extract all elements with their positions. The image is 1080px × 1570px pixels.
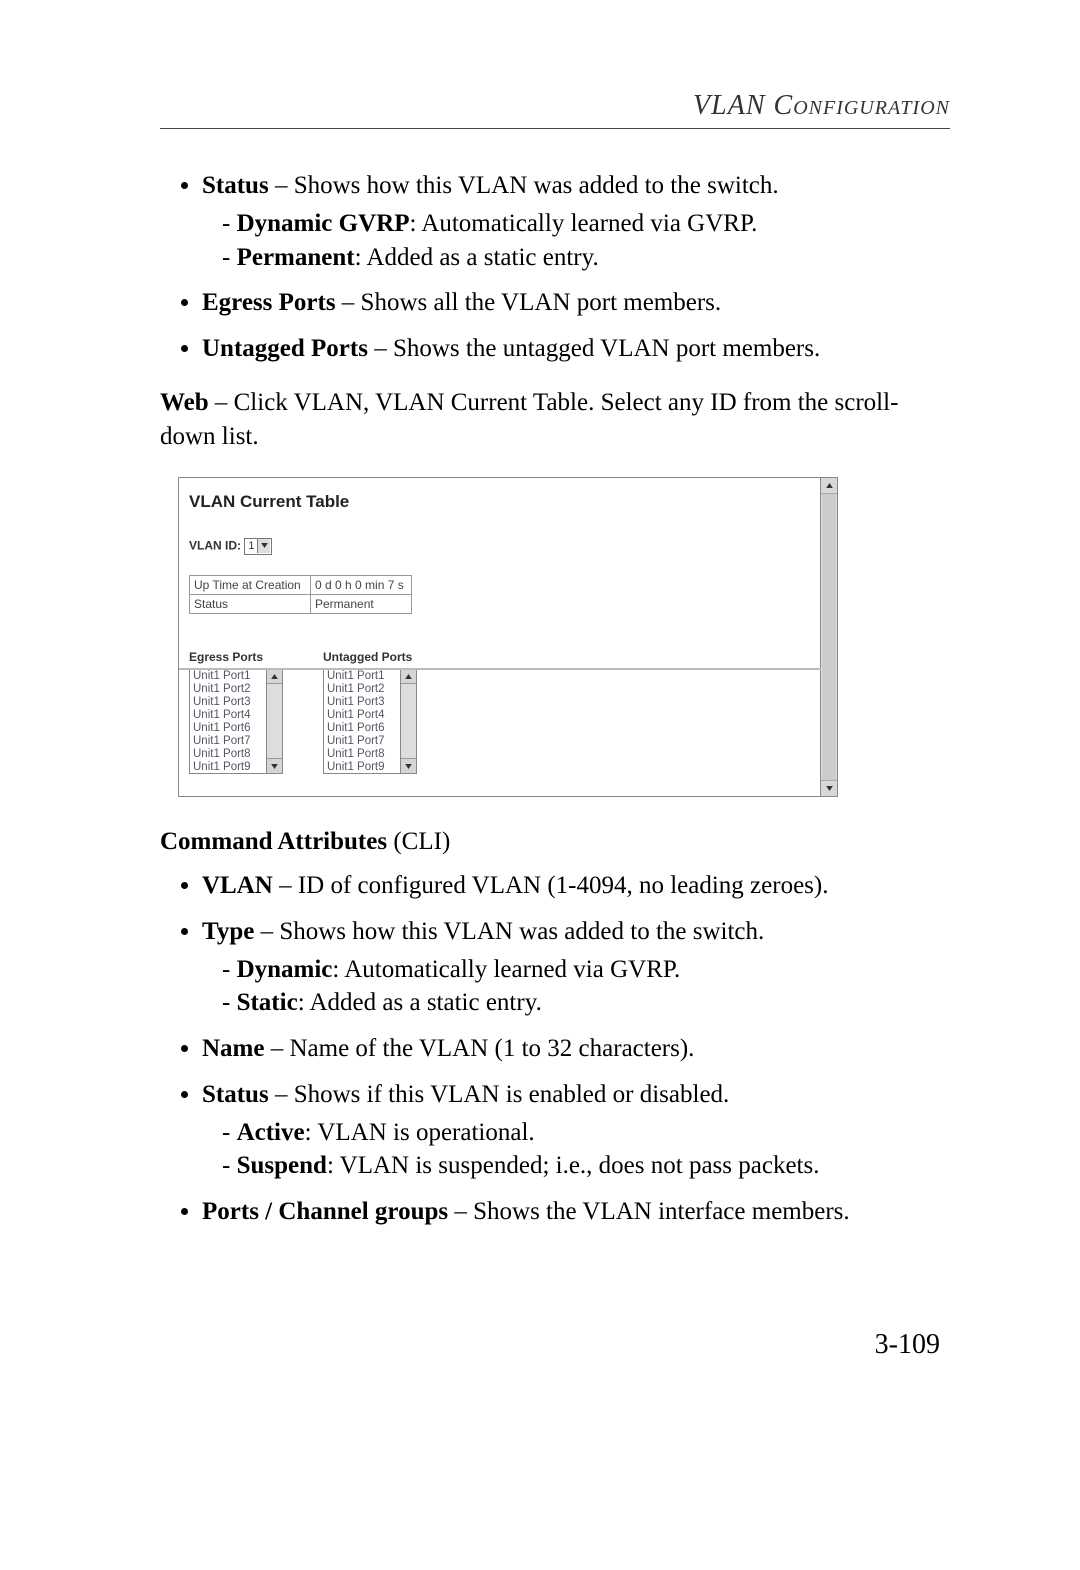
- uptime-value: 0 d 0 h 0 min 7 s: [311, 576, 412, 595]
- sub-term: Static: [237, 989, 298, 1016]
- frame-divider: [178, 668, 821, 670]
- sub-term: Active: [237, 1119, 305, 1146]
- status-value: Permanent: [311, 595, 412, 614]
- vlan-id-select[interactable]: 1: [244, 538, 272, 555]
- sub-list: - Dynamic GVRP: Automatically learned vi…: [222, 207, 950, 275]
- table-row: Status Permanent: [190, 595, 412, 614]
- sub-list: - Active: VLAN is operational.- Suspend:…: [222, 1116, 950, 1184]
- web-text: – Click VLAN, VLAN Current Table. Select…: [160, 389, 898, 450]
- uptime-label: Up Time at Creation: [190, 576, 311, 595]
- header-smallcaps: Configuration: [774, 90, 950, 121]
- header-italic: VLAN: [693, 90, 765, 121]
- sub-line: - Permanent: Added as a static entry.: [222, 241, 950, 275]
- page-number: 3-109: [160, 1329, 940, 1361]
- cmd-attr-bold: Command Attributes: [160, 828, 387, 855]
- list-item: Type – Shows how this VLAN was added to …: [202, 915, 950, 1020]
- egress-scrollbar[interactable]: [266, 669, 282, 773]
- scroll-up-icon[interactable]: [821, 478, 837, 494]
- command-attributes-list: VLAN – ID of configured VLAN (1-4094, no…: [160, 869, 950, 1229]
- screenshot-frame: VLAN Current Table VLAN ID: 1 Up Time at…: [178, 477, 838, 797]
- running-header: VLAN Configuration: [160, 90, 950, 122]
- web-paragraph: Web – Click VLAN, VLAN Current Table. Se…: [160, 386, 950, 454]
- scroll-up-icon[interactable]: [267, 669, 282, 684]
- sub-term: Suspend: [237, 1152, 327, 1179]
- sub-term: Dynamic GVRP: [237, 210, 410, 237]
- section1-list: Status – Shows how this VLAN was added t…: [160, 169, 950, 366]
- chevron-down-icon[interactable]: [257, 539, 270, 553]
- sub-line: - Dynamic: Automatically learned via GVR…: [222, 953, 950, 987]
- sub-desc: : Added as a static entry.: [355, 244, 599, 271]
- sub-term: Dynamic: [237, 956, 333, 983]
- sub-desc: : Automatically learned via GVRP.: [332, 956, 680, 983]
- list-item: Status – Shows if this VLAN is enabled o…: [202, 1078, 950, 1183]
- vlan-id-label: VLAN ID:: [189, 539, 241, 553]
- list-item: Egress Ports – Shows all the VLAN port m…: [202, 286, 950, 320]
- sub-list: - Dynamic: Automatically learned via GVR…: [222, 953, 950, 1021]
- egress-heading: Egress Ports: [189, 650, 283, 664]
- scroll-down-icon[interactable]: [401, 758, 416, 773]
- list-item-term: Name: [202, 1035, 264, 1062]
- list-item-term: VLAN: [202, 872, 273, 899]
- sub-desc: : Added as a static entry.: [298, 989, 542, 1016]
- list-item: Ports / Channel groups – Shows the VLAN …: [202, 1195, 950, 1229]
- sub-desc: : VLAN is suspended; i.e., does not pass…: [327, 1152, 820, 1179]
- list-item: VLAN – ID of configured VLAN (1-4094, no…: [202, 869, 950, 903]
- list-item-desc: – Shows if this VLAN is enabled or disab…: [269, 1081, 730, 1108]
- egress-listbox[interactable]: Unit1 Port1Unit1 Port2Unit1 Port3Unit1 P…: [189, 668, 283, 774]
- list-item-desc: – Shows the VLAN interface members.: [448, 1198, 850, 1225]
- list-item-desc: – Name of the VLAN (1 to 32 characters).: [264, 1035, 694, 1062]
- header-rule: [160, 128, 950, 129]
- sub-desc: : Automatically learned via GVRP.: [409, 210, 757, 237]
- info-table: Up Time at Creation 0 d 0 h 0 min 7 s St…: [189, 575, 412, 614]
- list-item-desc: – Shows the untagged VLAN port members.: [368, 335, 820, 362]
- list-item-desc: – ID of configured VLAN (1-4094, no lead…: [273, 872, 829, 899]
- sub-line: - Dynamic GVRP: Automatically learned vi…: [222, 207, 950, 241]
- scrollbar-thumb[interactable]: [822, 494, 836, 780]
- frame-scrollbar[interactable]: [820, 478, 837, 796]
- vlan-id-value: 1: [248, 540, 254, 552]
- vlan-id-row: VLAN ID: 1: [189, 538, 827, 555]
- screenshot-title: VLAN Current Table: [189, 492, 827, 512]
- list-item-term: Status: [202, 172, 269, 199]
- list-item-desc: – Shows how this VLAN was added to the s…: [269, 172, 779, 199]
- list-item: Untagged Ports – Shows the untagged VLAN…: [202, 332, 950, 366]
- sub-line: - Active: VLAN is operational.: [222, 1116, 950, 1150]
- command-attributes-heading: Command Attributes (CLI): [160, 825, 950, 859]
- list-item-term: Status: [202, 1081, 269, 1108]
- list-item: Status – Shows how this VLAN was added t…: [202, 169, 950, 274]
- list-item-desc: – Shows how this VLAN was added to the s…: [254, 918, 764, 945]
- list-item-term: Egress Ports: [202, 289, 336, 316]
- sub-desc: : VLAN is operational.: [305, 1119, 535, 1146]
- list-item-term: Untagged Ports: [202, 335, 368, 362]
- list-item-term: Type: [202, 918, 254, 945]
- sub-line: - Suspend: VLAN is suspended; i.e., does…: [222, 1149, 950, 1183]
- scroll-down-icon[interactable]: [267, 758, 282, 773]
- scroll-down-icon[interactable]: [821, 780, 837, 796]
- cmd-attr-rest: (CLI): [387, 828, 450, 855]
- status-label: Status: [190, 595, 311, 614]
- scroll-up-icon[interactable]: [401, 669, 416, 684]
- sub-term: Permanent: [237, 244, 355, 271]
- table-row: Up Time at Creation 0 d 0 h 0 min 7 s: [190, 576, 412, 595]
- untagged-listbox[interactable]: Unit1 Port1Unit1 Port2Unit1 Port3Unit1 P…: [323, 668, 417, 774]
- untagged-heading: Untagged Ports: [323, 650, 417, 664]
- untagged-scrollbar[interactable]: [400, 669, 416, 773]
- sub-line: - Static: Added as a static entry.: [222, 986, 950, 1020]
- list-item-desc: – Shows all the VLAN port members.: [336, 289, 722, 316]
- list-item-term: Ports / Channel groups: [202, 1198, 448, 1225]
- web-bold: Web: [160, 389, 209, 416]
- list-item: Name – Name of the VLAN (1 to 32 charact…: [202, 1032, 950, 1066]
